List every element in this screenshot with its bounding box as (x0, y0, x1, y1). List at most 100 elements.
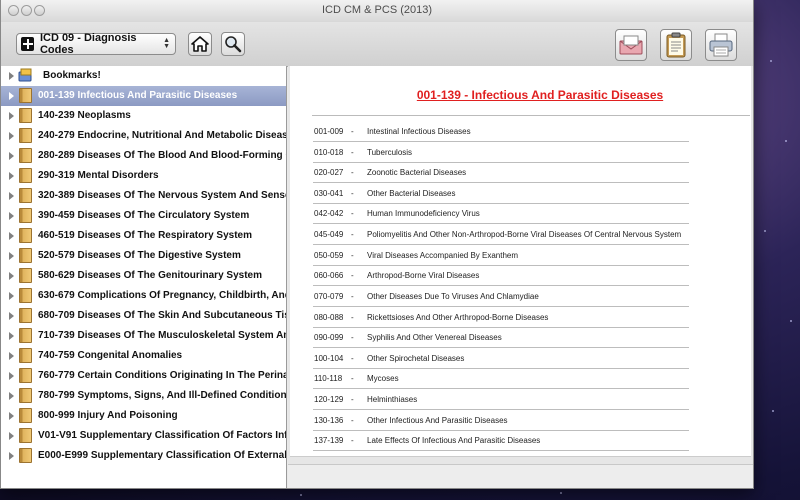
subcategory-link[interactable]: 001-009 - Intestinal Infectious Diseases (313, 121, 689, 142)
sidebar-item-v01-v91[interactable]: V01-V91 Supplementary Classification Of … (1, 426, 286, 446)
book-icon (19, 388, 32, 403)
disclosure-triangle-icon[interactable] (9, 432, 14, 440)
disclosure-triangle-icon[interactable] (9, 132, 14, 140)
book-icon (19, 328, 32, 343)
disclosure-triangle-icon[interactable] (9, 332, 14, 340)
disclosure-triangle-icon[interactable] (9, 272, 14, 280)
code-set-selector[interactable]: ICD 09 - Diagnosis Codes ▲ ▼ (16, 32, 176, 56)
medical-cross-icon (21, 37, 34, 51)
disclosure-triangle-icon[interactable] (9, 112, 14, 120)
sidebar-item-bookmarks[interactable]: Bookmarks! (1, 66, 286, 86)
disclosure-triangle-icon[interactable] (9, 212, 14, 220)
book-icon (19, 308, 32, 323)
code-set-label: ICD 09 - Diagnosis Codes (39, 32, 137, 56)
disclosure-triangle-icon[interactable] (9, 392, 14, 400)
sidebar-item-760-779[interactable]: 760-779 Certain Conditions Originating I… (1, 366, 286, 386)
separator: - (351, 333, 354, 342)
subcategory-link[interactable]: 020-027 - Zoonotic Bacterial Diseases (313, 162, 689, 183)
disclosure-triangle-icon[interactable] (9, 452, 14, 460)
sidebar-item-label: 680-709 Diseases Of The Skin And Subcuta… (38, 310, 286, 321)
sidebar-item-140-239[interactable]: 140-239 Neoplasms (1, 106, 286, 126)
subcategory-link[interactable]: 050-059 - Viral Diseases Accompanied By … (313, 245, 689, 266)
disclosure-triangle-icon[interactable] (9, 372, 14, 380)
sidebar-item-label: 580-629 Diseases Of The Genitourinary Sy… (38, 270, 262, 281)
disclosure-triangle-icon[interactable] (9, 252, 14, 260)
printer-icon (709, 33, 733, 57)
subcategory-link[interactable]: 010-018 - Tuberculosis (313, 142, 689, 163)
separator: - (351, 354, 354, 363)
subcategory-code: 130-136 (314, 416, 344, 425)
subcategory-description: Other Spirochetal Diseases (367, 354, 465, 363)
subcategory-code: 110-118 (314, 374, 343, 383)
disclosure-triangle-icon[interactable] (9, 352, 14, 360)
book-icon (19, 288, 32, 303)
sidebar-item-740-759[interactable]: 740-759 Congenital Anomalies (1, 346, 286, 366)
star (772, 410, 774, 412)
sidebar-item-800-999[interactable]: 800-999 Injury And Poisoning (1, 406, 286, 426)
separator: - (351, 292, 354, 301)
subcategory-code: 042-042 (314, 209, 344, 218)
subcategory-link[interactable]: 045-049 - Poliomyelitis And Other Non-Ar… (313, 224, 689, 245)
sidebar-item-780-799[interactable]: 780-799 Symptoms, Signs, And Ill-Defined… (1, 386, 286, 406)
book-icon (19, 168, 32, 183)
print-button[interactable] (705, 29, 737, 61)
detail-document: 001-139 - Infectious And Parasitic Disea… (290, 66, 751, 457)
subcategory-link[interactable]: 080-088 - Rickettsioses And Other Arthro… (313, 307, 689, 328)
book-icon (19, 428, 32, 443)
subcategory-link[interactable]: 060-066 - Arthropod-Borne Viral Diseases (313, 265, 689, 286)
email-button[interactable] (615, 29, 647, 61)
sidebar-item-460-519[interactable]: 460-519 Diseases Of The Respiratory Syst… (1, 226, 286, 246)
disclosure-triangle-icon[interactable] (9, 192, 14, 200)
sidebar-item-label: 280-289 Diseases Of The Blood And Blood-… (38, 150, 286, 161)
subcategory-code: 090-099 (314, 333, 344, 342)
subcategory-link[interactable]: 130-136 - Other Infectious And Parasitic… (313, 410, 689, 431)
subcategory-link[interactable]: 042-042 - Human Immunodeficiency Virus (313, 203, 689, 224)
sidebar-item-label: 740-759 Congenital Anomalies (38, 350, 183, 361)
separator: - (351, 209, 354, 218)
subcategory-code: 137-139 (314, 436, 344, 445)
subcategory-description: Rickettsioses And Other Arthropod-Borne … (367, 313, 549, 322)
sidebar-item-e000-e999[interactable]: E000-E999 Supplementary Classification O… (1, 446, 286, 466)
subcategory-link[interactable]: 030-041 - Other Bacterial Diseases (313, 183, 689, 204)
updown-arrows-icon: ▲ ▼ (163, 37, 170, 50)
disclosure-triangle-icon[interactable] (9, 412, 14, 420)
disclosure-triangle-icon[interactable] (9, 232, 14, 240)
subcategory-description: Late Effects Of Infectious And Parasitic… (367, 436, 541, 445)
sidebar-item-520-579[interactable]: 520-579 Diseases Of The Digestive System (1, 246, 286, 266)
notes-button[interactable] (660, 29, 692, 61)
sidebar-item-680-709[interactable]: 680-709 Diseases Of The Skin And Subcuta… (1, 306, 286, 326)
sidebar-item-710-739[interactable]: 710-739 Diseases Of The Musculoskeletal … (1, 326, 286, 346)
bookmark-icon (18, 68, 32, 82)
subcategory-link[interactable]: 110-118 - Mycoses (313, 368, 689, 389)
book-icon (19, 248, 32, 263)
disclosure-triangle-icon[interactable] (9, 92, 14, 100)
sidebar-item-390-459[interactable]: 390-459 Diseases Of The Circulatory Syst… (1, 206, 286, 226)
sidebar-item-320-389[interactable]: 320-389 Diseases Of The Nervous System A… (1, 186, 286, 206)
subcategory-link[interactable]: 090-099 - Syphilis And Other Venereal Di… (313, 327, 689, 348)
disclosure-triangle-icon[interactable] (9, 312, 14, 320)
subcategory-link[interactable]: 100-104 - Other Spirochetal Diseases (313, 348, 689, 369)
sidebar-item-280-289[interactable]: 280-289 Diseases Of The Blood And Blood-… (1, 146, 286, 166)
star (764, 230, 766, 232)
sidebar-item-290-319[interactable]: 290-319 Mental Disorders (1, 166, 286, 186)
subcategory-link[interactable]: 137-139 - Late Effects Of Infectious And… (313, 430, 689, 451)
sidebar-item-label: 240-279 Endocrine, Nutritional And Metab… (38, 130, 286, 141)
book-icon (19, 408, 32, 423)
disclosure-triangle-icon[interactable] (9, 172, 14, 180)
sidebar-item-630-679[interactable]: 630-679 Complications Of Pregnancy, Chil… (1, 286, 286, 306)
book-icon (19, 88, 32, 103)
sidebar-item-001-139[interactable]: 001-139 Infectious And Parasitic Disease… (1, 86, 286, 106)
separator: - (351, 374, 354, 383)
sidebar-item-580-629[interactable]: 580-629 Diseases Of The Genitourinary Sy… (1, 266, 286, 286)
envelope-icon (619, 35, 643, 55)
disclosure-triangle-icon[interactable] (9, 152, 14, 160)
separator: - (351, 148, 354, 157)
sidebar-item-240-279[interactable]: 240-279 Endocrine, Nutritional And Metab… (1, 126, 286, 146)
subcategory-link[interactable]: 070-079 - Other Diseases Due To Viruses … (313, 286, 689, 307)
disclosure-triangle-icon[interactable] (9, 292, 14, 300)
home-button[interactable] (188, 32, 212, 56)
subcategory-link[interactable]: 120-129 - Helminthiases (313, 389, 689, 410)
subcategory-description: Zoonotic Bacterial Diseases (367, 168, 467, 177)
search-button[interactable] (221, 32, 245, 56)
disclosure-triangle-icon[interactable] (9, 72, 14, 80)
